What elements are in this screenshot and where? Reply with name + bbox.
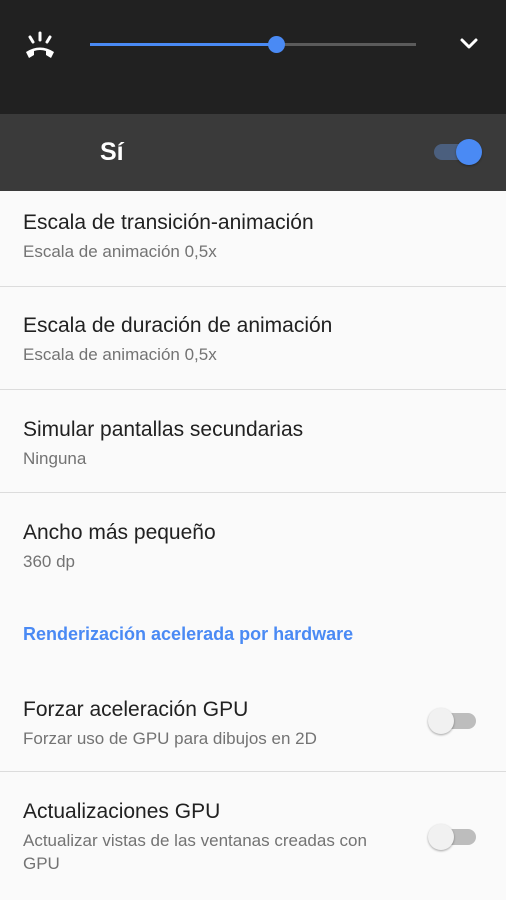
- phone-ring-icon[interactable]: [22, 30, 58, 60]
- category-header-hardware-rendering: Renderización acelerada por hardware: [23, 624, 354, 644]
- toggle-knob: [428, 708, 454, 734]
- master-switch-toggle[interactable]: [434, 139, 482, 165]
- setting-smallest-width[interactable]: Ancho más pequeño 360 dp: [0, 493, 506, 593]
- gpu-view-updates-toggle[interactable]: [428, 824, 480, 850]
- setting-summary: Ninguna: [23, 449, 87, 468]
- setting-animator-duration-scale[interactable]: Escala de duración de animación Escala d…: [0, 287, 506, 390]
- setting-summary: Escala de animación 0,5x: [23, 242, 217, 261]
- volume-panel: [0, 0, 506, 114]
- setting-title: Ancho más pequeño: [23, 521, 216, 544]
- setting-summary: Forzar uso de GPU para dibujos en 2D: [23, 729, 317, 748]
- setting-force-gpu-rendering[interactable]: Forzar aceleración GPU Forzar uso de GPU…: [0, 672, 506, 772]
- setting-simulate-secondary-displays[interactable]: Simular pantallas secundarias Ninguna: [0, 390, 506, 493]
- setting-summary: Actualizar vistas de las ventanas creada…: [23, 831, 367, 873]
- chevron-down-icon[interactable]: [456, 32, 482, 54]
- volume-slider-fill: [90, 43, 276, 46]
- volume-slider[interactable]: [90, 36, 416, 53]
- setting-transition-animation-scale[interactable]: Escala de transición-animación Escala de…: [0, 191, 506, 287]
- volume-slider-thumb[interactable]: [267, 36, 285, 53]
- master-switch-knob: [456, 139, 482, 165]
- setting-gpu-view-updates[interactable]: Actualizaciones GPU Actualizar vistas de…: [0, 772, 506, 900]
- setting-title: Escala de duración de animación: [23, 314, 333, 337]
- setting-summary: 360 dp: [23, 552, 75, 571]
- setting-summary: Escala de animación 0,5x: [23, 345, 217, 364]
- force-gpu-toggle[interactable]: [428, 708, 480, 734]
- toggle-knob: [428, 824, 454, 850]
- master-switch-label: Sí: [100, 138, 124, 166]
- setting-title: Escala de transición-animación: [23, 211, 314, 234]
- master-switch-bar[interactable]: Sí: [0, 114, 506, 191]
- setting-title: Actualizaciones GPU: [23, 800, 221, 823]
- setting-title: Forzar aceleración GPU: [23, 698, 249, 721]
- setting-title: Simular pantallas secundarias: [23, 418, 304, 441]
